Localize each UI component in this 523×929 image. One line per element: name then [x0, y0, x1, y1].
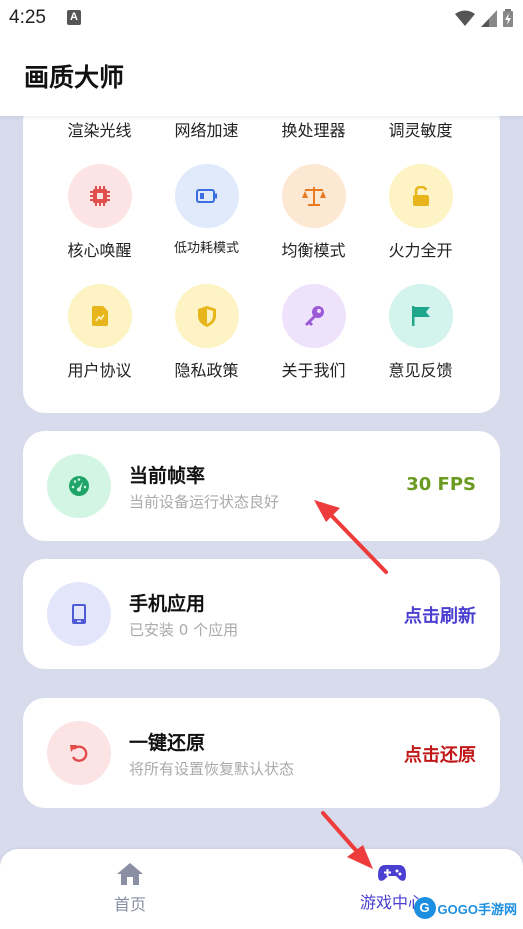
apps-subtitle: 已安装 0 个应用 [129, 621, 239, 639]
feature-balanced[interactable]: 均衡模式 [260, 164, 367, 261]
feature-label: 网络加速 [174, 121, 239, 140]
key-icon-bg [281, 284, 346, 348]
reset-card[interactable]: 一键还原 将所有设置恢复默认状态 点击还原 [23, 698, 500, 808]
feature-row: 用户协议 隐私政策 关于我们 意见反馈 [23, 284, 500, 381]
feature-label: 均衡模式 [281, 241, 346, 260]
feature-switch-processor[interactable]: 换处理器 [260, 117, 367, 141]
status-icons [455, 7, 513, 29]
scale-icon [301, 187, 326, 206]
feature-about-us[interactable]: 关于我们 [260, 284, 367, 381]
fps-subtitle: 当前设备运行状态良好 [129, 493, 280, 511]
speedometer-icon-bg [47, 454, 111, 518]
phone-icon-bg [47, 582, 111, 646]
fps-value: 30 FPS [406, 474, 476, 495]
watermark-logo: G GOGO手游网 [413, 897, 517, 919]
feature-full-power[interactable]: 火力全开 [367, 164, 474, 261]
feature-feedback[interactable]: 意见反馈 [367, 284, 474, 381]
feature-sensitivity[interactable]: 调灵敏度 [367, 117, 474, 141]
document-icon-bg [67, 284, 132, 348]
app-bar: 画质大师 [0, 38, 523, 116]
battery-icon-bg [174, 164, 239, 228]
scale-icon-bg [281, 164, 346, 228]
reset-button[interactable]: 点击还原 [404, 741, 476, 767]
feature-low-power[interactable]: 低功耗模式 [153, 164, 260, 261]
page-title: 画质大师 [24, 63, 125, 92]
apps-card[interactable]: 手机应用 已安装 0 个应用 点击刷新 [23, 559, 500, 669]
nav-home-label: 首页 [113, 895, 146, 914]
feature-render-light[interactable]: 渲染光线 [46, 117, 153, 141]
speedometer-icon [69, 476, 89, 496]
watermark-text: GOGO手游网 [437, 901, 517, 917]
feature-row: 核心唤醒 低功耗模式 均衡模式 火力全开 [23, 164, 500, 261]
nav-home[interactable]: 首页 [100, 863, 160, 915]
feature-privacy-policy[interactable]: 隐私政策 [153, 284, 260, 381]
undo-icon [70, 745, 88, 762]
document-icon [91, 306, 108, 326]
feature-label: 意见反馈 [388, 361, 453, 380]
wifi-icon [455, 10, 475, 26]
cpu-icon-bg [67, 164, 132, 228]
feature-label: 火力全开 [388, 241, 453, 260]
gamepad-icon [378, 865, 406, 881]
feature-label: 渲染光线 [67, 121, 132, 140]
feature-label: 低功耗模式 [173, 241, 239, 256]
fps-card[interactable]: 当前帧率 当前设备运行状态良好 30 FPS [23, 431, 500, 541]
feature-label: 换处理器 [281, 121, 346, 140]
fps-title: 当前帧率 [129, 465, 206, 487]
reset-title: 一键还原 [129, 732, 206, 754]
feature-grid-card: 渲染光线 网络加速 换处理器 调灵敏度 核心唤醒 低功耗模式 均衡模式 火力全开… [23, 100, 500, 413]
feature-user-agreement[interactable]: 用户协议 [46, 284, 153, 381]
feature-network-boost[interactable]: 网络加速 [153, 117, 260, 141]
battery-charging-icon [503, 9, 513, 27]
flag-icon-bg [388, 284, 453, 348]
undo-icon-bg [47, 721, 111, 785]
battery-icon [195, 189, 217, 203]
signal-icon [481, 9, 497, 27]
feature-label: 用户协议 [67, 361, 132, 380]
shield-icon [197, 305, 216, 327]
phone-icon [72, 604, 86, 624]
status-time: 4:25 [9, 7, 46, 28]
feature-label: 关于我们 [281, 361, 346, 380]
shield-icon-bg [174, 284, 239, 348]
accessibility-notification-icon: A [67, 10, 81, 25]
unlock-icon [412, 186, 429, 206]
feature-row-partial: 渲染光线 网络加速 换处理器 调灵敏度 [23, 117, 500, 141]
cpu-icon [89, 186, 110, 206]
unlock-icon-bg [388, 164, 453, 228]
apps-title: 手机应用 [129, 593, 206, 615]
home-icon [117, 863, 143, 885]
flag-icon [411, 306, 430, 326]
feature-core-wakeup[interactable]: 核心唤醒 [46, 164, 153, 261]
watermark-circle: G [413, 897, 436, 919]
feature-label: 调灵敏度 [388, 121, 453, 140]
status-bar: 4:25 A [0, 0, 523, 38]
key-icon [304, 306, 324, 326]
feature-label: 核心唤醒 [67, 241, 132, 260]
bottom-nav: 首页 游戏中心 G GOGO手游网 [0, 849, 523, 929]
reset-subtitle: 将所有设置恢复默认状态 [129, 760, 295, 778]
refresh-button[interactable]: 点击刷新 [404, 602, 476, 628]
feature-label: 隐私政策 [174, 361, 239, 380]
